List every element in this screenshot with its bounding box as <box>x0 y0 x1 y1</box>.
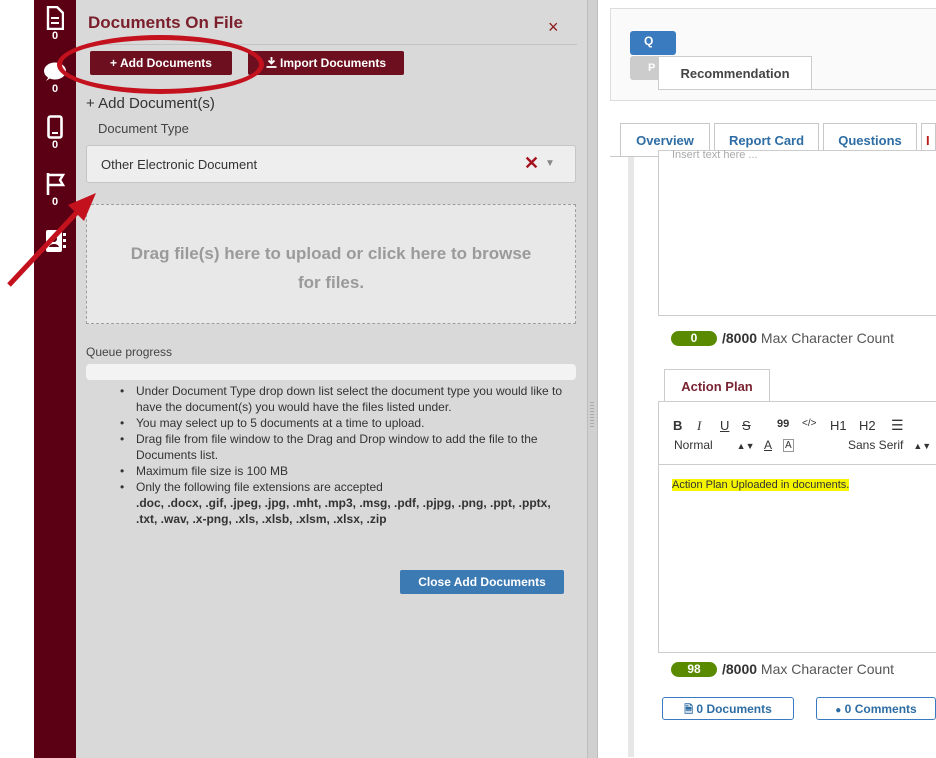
document-type-value: Other Electronic Document <box>101 157 258 172</box>
tab-body-border <box>628 157 634 757</box>
documents-count: 0 <box>696 702 704 716</box>
italic-button[interactable]: I <box>697 418 701 434</box>
upload-instructions: Under Document Type drop down list selec… <box>118 383 570 527</box>
list-item: Under Document Type drop down list selec… <box>118 383 570 415</box>
font-select-value: Sans Serif <box>848 438 904 452</box>
queue-progress-label: Queue progress <box>86 345 173 359</box>
document-type-label: Document Type <box>98 121 189 136</box>
comment-icon: ● <box>835 705 842 716</box>
dropzone-text: Drag file(s) here to upload or click her… <box>130 244 532 292</box>
search-button[interactable]: Q <box>630 31 676 55</box>
queue-progress-bar <box>86 364 576 380</box>
text-color-button[interactable]: A <box>764 438 772 452</box>
char-max-value: /8000 <box>722 330 758 346</box>
download-icon <box>266 57 277 68</box>
comments-label: Comments <box>854 702 917 716</box>
char-max-suffix: Max Character Count <box>757 330 894 346</box>
annotation-arrow <box>7 193 96 287</box>
h1-button[interactable]: H1 <box>830 418 847 433</box>
toolbar-divider <box>658 464 936 465</box>
add-documents-heading: + Add Document(s) <box>86 95 215 112</box>
format-select-value: Normal <box>674 438 713 452</box>
list-item: Only the following file extensions are a… <box>118 479 570 527</box>
mobile-icon <box>47 115 63 139</box>
char-count-label: /8000 Max Character Count <box>722 330 894 346</box>
char-count-badge: 0 <box>671 331 717 346</box>
rail-documents-count: 0 <box>51 30 59 42</box>
format-select[interactable]: Normal ▲▼ <box>674 438 755 452</box>
icon-rail: 0 0 0 0 <box>34 0 76 758</box>
action-plan-text: Action Plan Uploaded in documents. <box>672 479 850 491</box>
close-add-documents-button[interactable]: Close Add Documents <box>400 570 564 594</box>
char-max-suffix: Max Character Count <box>757 661 894 677</box>
annotation-circle <box>57 35 264 94</box>
select-arrows-icon: ▲▼ <box>736 441 755 451</box>
bold-button[interactable]: B <box>673 418 682 433</box>
code-button[interactable]: </> <box>802 418 816 429</box>
document-icon <box>46 6 64 30</box>
list-item: Maximum file size is 100 MB <box>118 463 570 479</box>
list-item: You may select up to 5 documents at a ti… <box>118 415 570 431</box>
import-documents-button[interactable]: Import Documents <box>248 51 404 75</box>
rail-documents[interactable]: 0 <box>34 6 76 42</box>
import-documents-label: Import Documents <box>279 56 386 70</box>
extensions-list: .doc, .docx, .gif, .jpeg, .jpg, .mht, .m… <box>136 496 551 526</box>
rail-comments-count: 0 <box>51 83 59 95</box>
char-count-badge: 98 <box>671 662 717 677</box>
recommendation-editor[interactable] <box>658 150 936 316</box>
list-item: Drag file from file window to the Drag a… <box>118 431 570 463</box>
font-select[interactable]: Sans Serif ▲▼ <box>848 438 931 452</box>
chevron-down-icon[interactable]: ▼ <box>545 158 555 169</box>
documents-label: Documents <box>706 702 772 716</box>
rail-mobile-count: 0 <box>51 139 59 151</box>
underline-button[interactable]: U <box>720 418 729 433</box>
editor-placeholder: Insert text here ... <box>672 150 758 158</box>
splitter-grip[interactable] <box>590 402 594 428</box>
extensions-heading: Only the following file extensions are a… <box>136 480 383 494</box>
close-panel-button[interactable]: × <box>548 17 559 38</box>
char-max-value: /8000 <box>722 661 758 677</box>
select-arrows-icon: ▲▼ <box>913 441 932 451</box>
background-color-button[interactable]: A <box>783 439 794 452</box>
rail-mobile[interactable]: 0 <box>34 115 76 151</box>
list-icon[interactable]: ☰ <box>891 417 904 434</box>
char-count-label: /8000 Max Character Count <box>722 661 894 677</box>
tab-recommendation[interactable]: Recommendation <box>658 56 812 90</box>
panel-title: Documents On File <box>88 13 243 32</box>
tab-divider <box>658 89 936 90</box>
document-icon: 🗎 <box>684 704 694 716</box>
comments-button[interactable]: ● 0 Comments <box>816 697 936 720</box>
tab-action-plan[interactable]: Action Plan <box>664 369 770 402</box>
blockquote-button[interactable]: 99 <box>777 418 789 430</box>
documents-button[interactable]: 🗎 0 Documents <box>662 697 794 720</box>
strike-button[interactable]: S <box>742 418 751 433</box>
pane-splitter[interactable] <box>587 0 598 758</box>
h2-button[interactable]: H2 <box>859 418 876 433</box>
comments-count: 0 <box>844 702 852 716</box>
clear-selection-icon[interactable]: ✕ <box>524 153 539 174</box>
